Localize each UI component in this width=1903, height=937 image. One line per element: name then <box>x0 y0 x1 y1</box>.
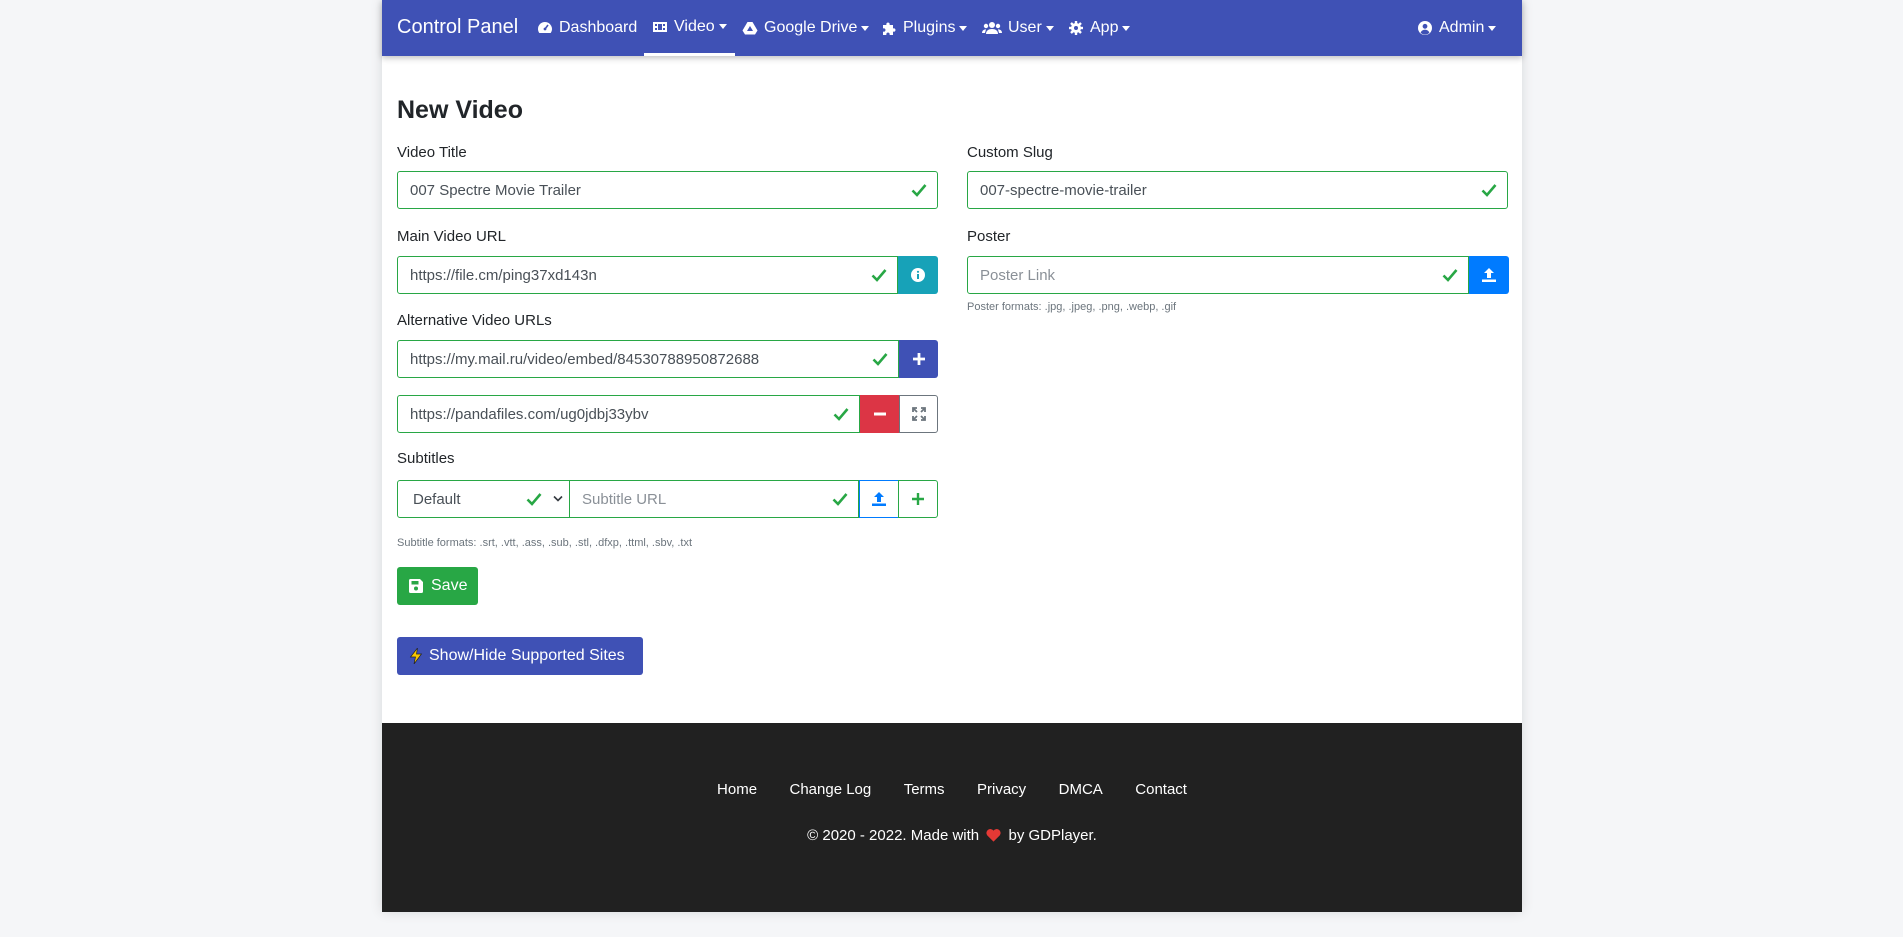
check-icon <box>1442 268 1458 282</box>
subtitles-label: Subtitles <box>397 450 455 467</box>
save-button-label: Save <box>431 577 468 594</box>
subtitle-language-select[interactable]: Default <box>397 480 570 518</box>
footer-link-dmca[interactable]: DMCA <box>1059 781 1103 798</box>
nav-label: Dashboard <box>559 19 638 36</box>
upload-icon <box>1481 267 1497 283</box>
toggle-supported-sites-button[interactable]: Show/Hide Supported Sites <box>397 637 643 675</box>
copyright: © 2020 - 2022. Made with by GDPlayer. <box>382 827 1522 844</box>
user-circle-icon <box>1417 20 1433 36</box>
chevron-down-icon <box>1122 25 1131 31</box>
poster-input[interactable]: Poster Link <box>967 256 1469 294</box>
nav-dashboard[interactable]: Dashboard <box>529 0 645 56</box>
chevron-down-icon <box>959 25 968 31</box>
main-url-label: Main Video URL <box>397 228 506 245</box>
nav-app[interactable]: App <box>1060 0 1138 56</box>
chevron-down-icon <box>718 24 727 29</box>
main-url-input[interactable]: https://file.cm/ping37xd143n <box>397 256 898 294</box>
upload-icon <box>871 491 887 507</box>
heart-icon <box>986 828 1001 842</box>
supported-sites-label: Show/Hide Supported Sites <box>429 647 625 664</box>
alt-urls-label: Alternative Video URLs <box>397 312 552 329</box>
select-value: Default <box>413 491 461 508</box>
nav-label: App <box>1090 19 1119 36</box>
footer-link-terms[interactable]: Terms <box>904 781 945 798</box>
poster-label: Poster <box>967 228 1011 245</box>
video-title-label: Video Title <box>397 144 467 161</box>
check-icon <box>871 268 887 282</box>
subtitle-upload-button[interactable] <box>859 480 899 518</box>
save-button[interactable]: Save <box>397 567 478 605</box>
puzzle-icon <box>881 20 897 36</box>
nav-label: Admin <box>1439 19 1485 36</box>
footer-link-home[interactable]: Home <box>717 781 757 798</box>
subtitle-help-text: Subtitle formats: .srt, .vtt, .ass, .sub… <box>397 537 693 549</box>
expand-alt-url-button[interactable] <box>899 395 938 433</box>
dashboard-icon <box>537 20 553 36</box>
plus-icon <box>912 352 926 366</box>
video-title-input[interactable]: 007 Spectre Movie Trailer <box>397 171 938 209</box>
input-value: https://file.cm/ping37xd143n <box>410 267 597 284</box>
page-title: New Video <box>397 96 523 124</box>
alt-url-input-2[interactable]: https://pandafiles.com/ug0jdbj33ybv <box>397 395 860 433</box>
subtitle-url-input[interactable]: Subtitle URL <box>569 480 859 518</box>
lightning-icon <box>409 648 423 664</box>
custom-slug-label: Custom Slug <box>967 144 1053 161</box>
check-icon <box>833 407 849 421</box>
chevron-down-icon <box>861 25 870 31</box>
copyright-prefix: © 2020 - 2022. Made with <box>807 827 980 844</box>
nav-user[interactable]: User <box>974 0 1062 56</box>
custom-slug-input[interactable]: 007-spectre-movie-trailer <box>967 171 1508 209</box>
footer-link-change-log[interactable]: Change Log <box>790 781 872 798</box>
footer-link-contact[interactable]: Contact <box>1135 781 1187 798</box>
plus-icon <box>911 492 925 506</box>
nav-label: Plugins <box>903 19 956 36</box>
minus-icon <box>873 407 887 421</box>
nav-google-drive[interactable]: Google Drive <box>734 0 877 56</box>
google-drive-icon <box>742 20 758 36</box>
footer-link-privacy[interactable]: Privacy <box>977 781 1026 798</box>
nav-plugins[interactable]: Plugins <box>873 0 975 56</box>
info-button[interactable] <box>898 256 938 294</box>
check-icon <box>872 352 888 366</box>
remove-alt-url-button[interactable] <box>860 395 899 433</box>
users-icon <box>982 20 1002 36</box>
gear-icon <box>1068 20 1084 36</box>
input-value: https://my.mail.ru/video/embed/845307889… <box>410 351 760 368</box>
nav-video[interactable]: Video <box>644 0 735 56</box>
footer: Home Change Log Terms Privacy DMCA Conta… <box>382 723 1522 912</box>
add-subtitle-button[interactable] <box>898 480 938 518</box>
input-placeholder: Subtitle URL <box>582 491 667 508</box>
input-value: 007-spectre-movie-trailer <box>980 182 1147 199</box>
nav-label: User <box>1008 19 1042 36</box>
nav-admin[interactable]: Admin <box>1409 0 1504 56</box>
info-icon <box>910 267 926 283</box>
chevron-down-icon <box>1045 25 1054 31</box>
input-value: 007 Spectre Movie Trailer <box>410 182 581 199</box>
nav-label: Google Drive <box>764 19 858 36</box>
footer-links: Home Change Log Terms Privacy DMCA Conta… <box>382 781 1522 799</box>
navbar: Control Panel Dashboard Video Google Dri… <box>382 0 1522 56</box>
poster-upload-button[interactable] <box>1469 256 1509 294</box>
chevron-down-icon <box>553 495 563 503</box>
add-alt-url-button[interactable] <box>899 340 938 378</box>
check-icon <box>911 183 927 197</box>
alt-url-input-1[interactable]: https://my.mail.ru/video/embed/845307889… <box>397 340 899 378</box>
check-icon <box>526 492 542 506</box>
expand-icon <box>911 407 926 421</box>
check-icon <box>832 492 848 506</box>
poster-help-text: Poster formats: .jpg, .jpeg, .png, .webp… <box>967 301 1177 313</box>
brand[interactable]: Control Panel <box>397 16 518 39</box>
copyright-suffix: by GDPlayer. <box>1008 827 1097 844</box>
nav-label: Video <box>674 17 715 35</box>
chevron-down-icon <box>1488 25 1497 31</box>
save-icon <box>409 579 423 593</box>
input-placeholder: Poster Link <box>980 267 1056 284</box>
page-container: Control Panel Dashboard Video Google Dri… <box>382 0 1522 912</box>
film-icon <box>652 19 668 35</box>
input-value: https://pandafiles.com/ug0jdbj33ybv <box>410 406 649 423</box>
check-icon <box>1481 183 1497 197</box>
